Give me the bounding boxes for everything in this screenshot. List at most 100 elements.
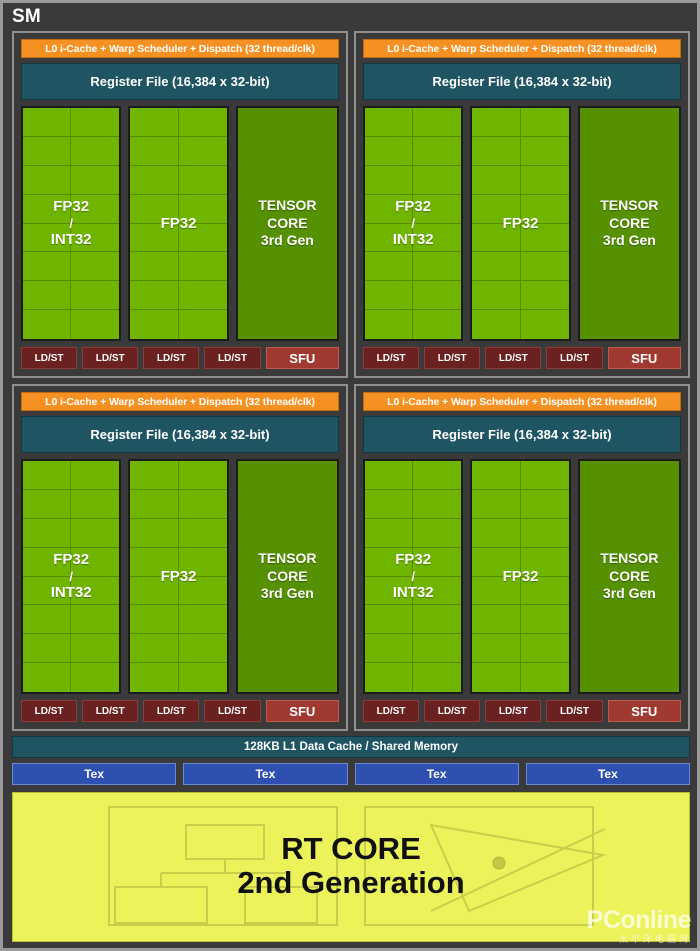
fp32-int32-core-block: FP32 / INT32	[363, 459, 464, 694]
fp32-int32-line1: FP32	[395, 551, 432, 569]
tex-unit-row: Tex Tex Tex Tex	[12, 763, 690, 785]
tensor-core-label: TENSOR CORE 3rd Gen	[600, 550, 658, 603]
sfu-unit: SFU	[607, 700, 682, 722]
register-file: Register File (16,384 x 32-bit)	[363, 416, 681, 453]
bvh-tree-icon	[114, 824, 318, 924]
fp32-core-block: FP32	[128, 106, 229, 341]
tensor-line1: TENSOR	[600, 550, 659, 567]
fp32-int32-slash: /	[411, 215, 415, 231]
fp32-int32-line1: FP32	[53, 551, 90, 569]
fp32-int32-label: FP32 / INT32	[51, 198, 92, 249]
tex-unit: Tex	[354, 763, 519, 785]
fp32-label: FP32	[502, 567, 539, 585]
register-file: Register File (16,384 x 32-bit)	[21, 416, 339, 453]
ldst-sfu-row: LD/ST LD/ST LD/ST LD/ST SFU	[363, 700, 682, 722]
fp32-int32-core-block: FP32 / INT32	[21, 459, 122, 694]
ldst-unit: LD/ST	[485, 700, 542, 722]
core-area: FP32 / INT32 FP32 TENSOR CORE 3rd Gen LD…	[363, 106, 682, 369]
core-columns: FP32 / INT32 FP32 TENSOR CORE 3rd Gen	[21, 459, 340, 694]
fp32-int32-line2: INT32	[392, 584, 434, 602]
fp32-int32-label: FP32 / INT32	[51, 551, 92, 602]
processing-block-3: L0 i-Cache + Warp Scheduler + Dispatch (…	[12, 384, 348, 731]
ldst-unit: LD/ST	[82, 347, 139, 369]
tensor-core-label: TENSOR CORE 3rd Gen	[258, 197, 316, 250]
tensor-line3: 3rd Gen	[602, 232, 656, 249]
sm-diagram: SM L0 i-Cache + Warp Scheduler + Dispatc…	[0, 0, 700, 951]
fp32-core-block: FP32	[470, 459, 571, 694]
warp-scheduler-bar: L0 i-Cache + Warp Scheduler + Dispatch (…	[21, 392, 339, 411]
ldst-unit: LD/ST	[424, 347, 481, 369]
processing-block-grid: L0 i-Cache + Warp Scheduler + Dispatch (…	[12, 31, 690, 731]
warp-scheduler-bar: L0 i-Cache + Warp Scheduler + Dispatch (…	[363, 392, 681, 411]
core-columns: FP32 / INT32 FP32 TENSOR CORE 3rd Gen	[363, 106, 682, 341]
tensor-line1: TENSOR	[600, 197, 659, 214]
ldst-unit: LD/ST	[21, 347, 78, 369]
ldst-unit: LD/ST	[204, 700, 261, 722]
rt-core-illustration	[108, 806, 607, 926]
core-area: FP32 / INT32 FP32 TENSOR CORE 3rd Gen LD…	[363, 459, 682, 722]
fp32-label: FP32	[160, 567, 197, 585]
tensor-core-label: TENSOR CORE 3rd Gen	[258, 550, 316, 603]
ldst-unit: LD/ST	[143, 347, 200, 369]
tensor-core-block: TENSOR CORE 3rd Gen	[235, 459, 340, 694]
ldst-unit: LD/ST	[21, 700, 78, 722]
core-columns: FP32 / INT32 FP32 TENSOR CORE 3rd Gen	[21, 106, 340, 341]
fp32-core-block: FP32	[128, 459, 229, 694]
fp32-int32-line2: INT32	[392, 231, 434, 249]
fp32-int32-line2: INT32	[50, 231, 92, 249]
ldst-unit: LD/ST	[363, 347, 420, 369]
sm-title: SM	[12, 6, 41, 27]
tex-unit: Tex	[525, 763, 690, 785]
tensor-line3: 3rd Gen	[260, 585, 314, 602]
tensor-line3: 3rd Gen	[260, 232, 314, 249]
tensor-line2: CORE	[609, 567, 650, 584]
fp32-int32-label: FP32 / INT32	[393, 198, 434, 249]
ldst-unit: LD/ST	[546, 347, 603, 369]
warp-scheduler-bar: L0 i-Cache + Warp Scheduler + Dispatch (…	[21, 39, 339, 58]
ldst-unit: LD/ST	[82, 700, 139, 722]
tensor-line2: CORE	[267, 567, 308, 584]
tensor-line2: CORE	[609, 214, 650, 231]
ldst-unit: LD/ST	[363, 700, 420, 722]
fp32-int32-label: FP32 / INT32	[393, 551, 434, 602]
fp32-int32-core-block: FP32 / INT32	[21, 106, 122, 341]
tensor-core-label: TENSOR CORE 3rd Gen	[600, 197, 658, 250]
processing-block-2: L0 i-Cache + Warp Scheduler + Dispatch (…	[354, 31, 690, 378]
tensor-core-block: TENSOR CORE 3rd Gen	[577, 459, 682, 694]
fp32-int32-line2: INT32	[50, 584, 92, 602]
processing-block-1: L0 i-Cache + Warp Scheduler + Dispatch (…	[12, 31, 348, 378]
ldst-unit: LD/ST	[204, 347, 261, 369]
l1-data-cache: 128KB L1 Data Cache / Shared Memory	[12, 736, 690, 758]
sfu-unit: SFU	[607, 347, 682, 369]
fp32-label: FP32	[502, 214, 539, 232]
fp32-int32-line1: FP32	[395, 198, 432, 216]
tensor-core-block: TENSOR CORE 3rd Gen	[235, 106, 340, 341]
fp32-int32-core-block: FP32 / INT32	[363, 106, 464, 341]
core-area: FP32 / INT32 FP32 TENSOR CORE 3rd Gen LD…	[21, 459, 340, 722]
ldst-sfu-row: LD/ST LD/ST LD/ST LD/ST SFU	[21, 347, 340, 369]
register-file: Register File (16,384 x 32-bit)	[363, 63, 681, 100]
tensor-line2: CORE	[267, 214, 308, 231]
sfu-unit: SFU	[265, 347, 340, 369]
fp32-int32-slash: /	[69, 215, 73, 231]
ray-hit-point	[492, 856, 506, 870]
fp32-int32-line1: FP32	[53, 198, 90, 216]
ldst-unit: LD/ST	[546, 700, 603, 722]
processing-block-4: L0 i-Cache + Warp Scheduler + Dispatch (…	[354, 384, 690, 731]
ldst-unit: LD/ST	[424, 700, 481, 722]
core-columns: FP32 / INT32 FP32 TENSOR CORE 3rd Gen	[363, 459, 682, 694]
tensor-line1: TENSOR	[258, 197, 317, 214]
fp32-core-block: FP32	[470, 106, 571, 341]
ldst-sfu-row: LD/ST LD/ST LD/ST LD/ST SFU	[21, 700, 340, 722]
tex-unit: Tex	[12, 763, 177, 785]
tex-unit: Tex	[183, 763, 348, 785]
fp32-label: FP32	[160, 214, 197, 232]
ray-triangle-icon	[429, 823, 607, 913]
fp32-int32-slash: /	[411, 568, 415, 584]
ldst-unit: LD/ST	[485, 347, 542, 369]
register-file: Register File (16,384 x 32-bit)	[21, 63, 339, 100]
core-area: FP32 / INT32 FP32 TENSOR CORE 3rd Gen LD…	[21, 106, 340, 369]
fp32-int32-slash: /	[69, 568, 73, 584]
tensor-line1: TENSOR	[258, 550, 317, 567]
rt-core-block: RT CORE 2nd Generation	[12, 792, 690, 942]
